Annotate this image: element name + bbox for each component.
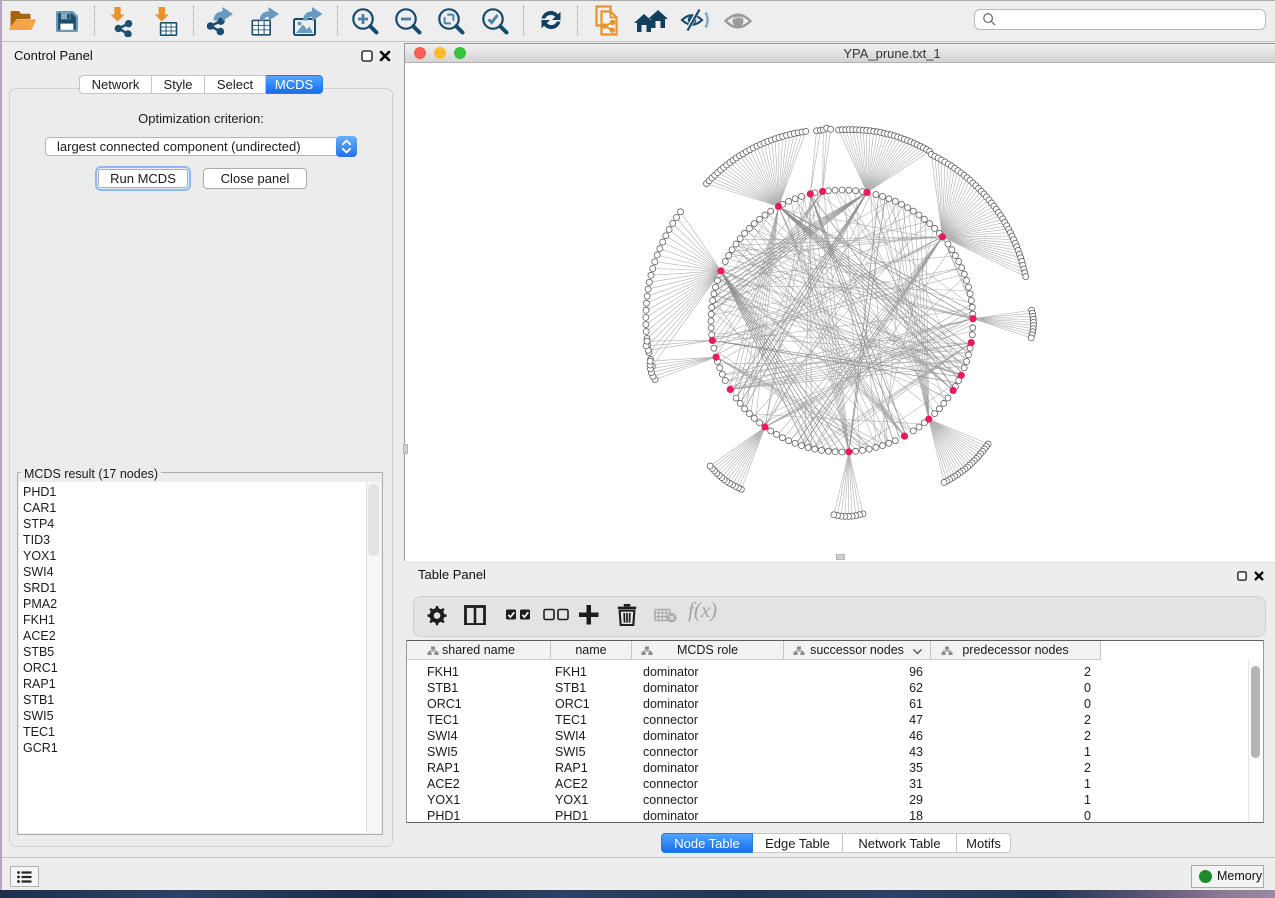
svg-text:f(x): f(x): [688, 600, 717, 622]
